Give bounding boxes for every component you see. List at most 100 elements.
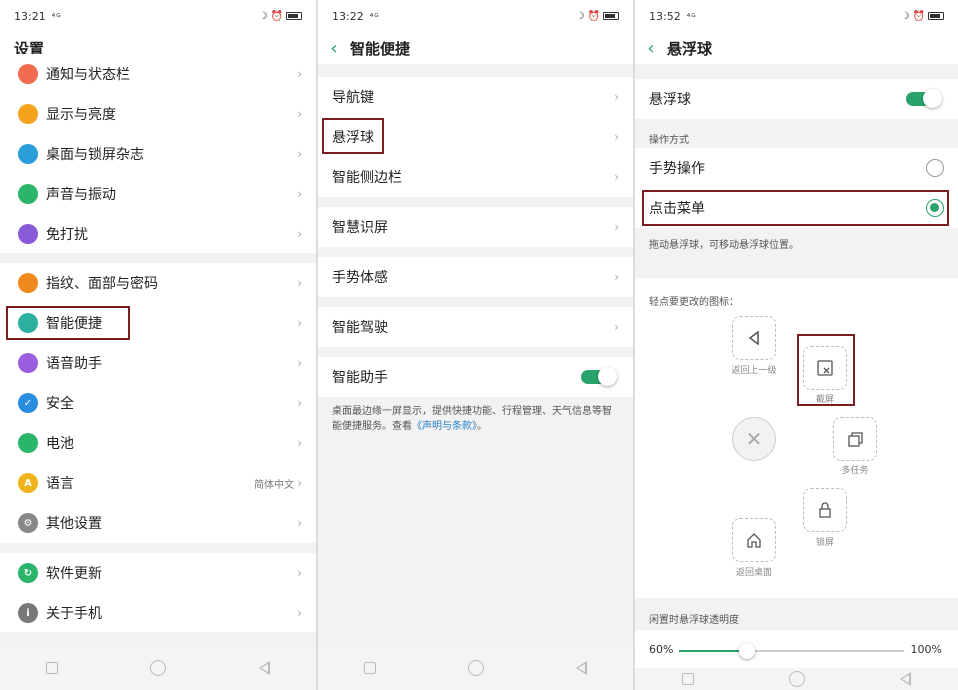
settings-panel: 13:21 ⁴ᴳ ☽ ⏰ 设置 通知与状态栏 › 显示与亮度 › 桌面与锁屏杂志 › 声音与振动… [0,0,316,690]
chevron-right-icon: › [297,227,302,241]
back-nav-button[interactable] [258,661,270,675]
page-title: 悬浮球 [667,39,713,58]
lock-label: 锁屏 [815,538,834,548]
settings-item[interactable]: 指纹、面部与密码 › [0,263,316,303]
close-icon[interactable]: ✕ [732,417,776,461]
battery-status-icon [286,12,302,20]
signal-icon: ⁴ᴳ [686,12,697,23]
chevron-right-icon: › [297,276,302,290]
settings-item[interactable]: i 关于手机 › [0,593,316,633]
chevron-right-icon: › [614,320,619,334]
settings-item-label: 免打扰 [46,227,88,243]
status-bar: 13:52 ⁴ᴳ ☽ ⏰ [635,0,958,32]
mode-header: 操作方式 [649,135,689,146]
chevron-right-icon: › [297,476,302,490]
settings-item-label: 通知与状态栏 [46,67,130,83]
back-label: 返回上一级 [731,366,777,376]
drag-note: 拖动悬浮球，可移动悬浮球位置。 [649,240,799,251]
settings-item-label: 电池 [46,436,74,452]
gesture-radio[interactable] [926,159,944,177]
opacity-slider[interactable] [679,643,904,659]
signal-icon: ⁴ᴳ [369,12,380,23]
slider-knob[interactable] [738,643,755,659]
settings-item[interactable]: 免打扰 › [0,214,316,254]
chevron-right-icon: › [297,436,302,450]
item-label: 导航键 [332,90,374,106]
lock-icon [819,502,831,518]
settings-item[interactable]: ⚙ 其他设置 › [0,503,316,543]
settings-item[interactable]: 电池 › [0,423,316,463]
item-label: 智能驾驶 [332,320,388,336]
lock-button-slot[interactable] [803,488,847,532]
navigation-keys-item[interactable]: 导航键 › [318,77,633,117]
highlight-box [322,118,384,154]
back-triangle-icon [748,330,759,346]
chevron-right-icon: › [297,316,302,330]
recents-button[interactable] [682,673,695,685]
recents-button[interactable] [364,662,376,674]
home-icon [747,533,761,548]
floating-ball-toggle[interactable] [906,89,942,108]
smart-driving-item[interactable]: 智能驾驶 › [318,307,633,347]
settings-item[interactable]: ↻ 软件更新 › [0,553,316,593]
smart-assistant-toggle[interactable] [581,367,617,386]
settings-item[interactable]: 桌面与锁屏杂志 › [0,134,316,174]
back-button-slot[interactable] [732,316,776,360]
smart-sidebar-item[interactable]: 智能侧边栏 › [318,157,633,197]
info-icon: i [18,603,38,623]
smart-screen-recognition-item[interactable]: 智慧识屏 › [318,207,633,247]
settings-item[interactable]: ✓ 安全 › [0,383,316,423]
recents-button[interactable] [46,662,59,674]
notification-icon [18,64,38,84]
item-label: 手势操作 [649,161,705,177]
status-time: 13:52 [649,9,681,23]
terms-link[interactable]: 《声明与条款》 [412,421,477,432]
moon-status-icon: ☽ [900,10,910,22]
alarm-icon: ⏰ [270,10,283,22]
back-arrow-icon[interactable]: ‹ [318,32,350,64]
settings-item-label: 桌面与锁屏杂志 [46,147,144,163]
divider [0,632,316,646]
back-nav-button[interactable] [576,661,587,675]
shield-icon: ✓ [18,393,38,413]
back-nav-button[interactable] [899,672,911,686]
settings-item-label: 关于手机 [46,606,102,622]
note-end: 。 [477,421,487,432]
update-icon: ↻ [18,563,38,583]
home-button-slot[interactable] [732,518,776,562]
home-label: 返回桌面 [735,568,772,578]
highlight-box [6,306,130,340]
nav-bar [635,668,958,690]
fingerprint-icon [18,273,38,293]
back-arrow-icon[interactable]: ‹ [635,32,667,64]
settings-item[interactable]: 声音与振动 › [0,174,316,214]
icons-header: 轻点要更改的图标： [649,297,739,308]
status-bar: 13:21 ⁴ᴳ ☽ ⏰ [0,0,316,32]
settings-item[interactable]: 显示与亮度 › [0,94,316,134]
opacity-min: 60% [649,643,674,656]
settings-item[interactable]: 语音助手 › [0,343,316,383]
alarm-icon: ⏰ [587,10,600,22]
gesture-mode-option[interactable]: 手势操作 [635,148,958,188]
page-title: 智能便捷 [350,39,411,58]
gesture-motion-item[interactable]: 手势体感 › [318,257,633,297]
settings-item[interactable]: A 语言 简体中文 › [0,463,316,503]
moon-status-icon: ☽ [258,10,268,22]
home-button[interactable] [788,671,805,687]
floating-ball-panel: 13:52 ⁴ᴳ ☽ ⏰ ‹ 悬浮球 悬浮球 操作方式 手势操作 点击菜单 拖动悬浮… [635,0,958,690]
header: ‹ 智能便捷 [318,32,633,64]
chevron-right-icon: › [297,356,302,370]
battery-icon [18,433,38,453]
chevron-right-icon: › [297,606,302,620]
brightness-icon [18,104,38,124]
assistant-note: 桌面最边缘一屏显示，提供快捷功能、行程管理、天气信息等智能便捷服务。查看《声明与… [332,404,621,434]
item-label: 智能助手 [332,370,388,386]
multitask-button-slot[interactable] [833,417,877,461]
home-button[interactable] [468,660,484,676]
settings-item[interactable]: 通知与状态栏 › [0,54,316,94]
multitask-label: 多任务 [841,466,869,476]
chevron-right-icon: › [297,566,302,580]
battery-status-icon [603,12,619,20]
home-button[interactable] [150,660,167,676]
item-label: 智能侧边栏 [332,170,402,186]
